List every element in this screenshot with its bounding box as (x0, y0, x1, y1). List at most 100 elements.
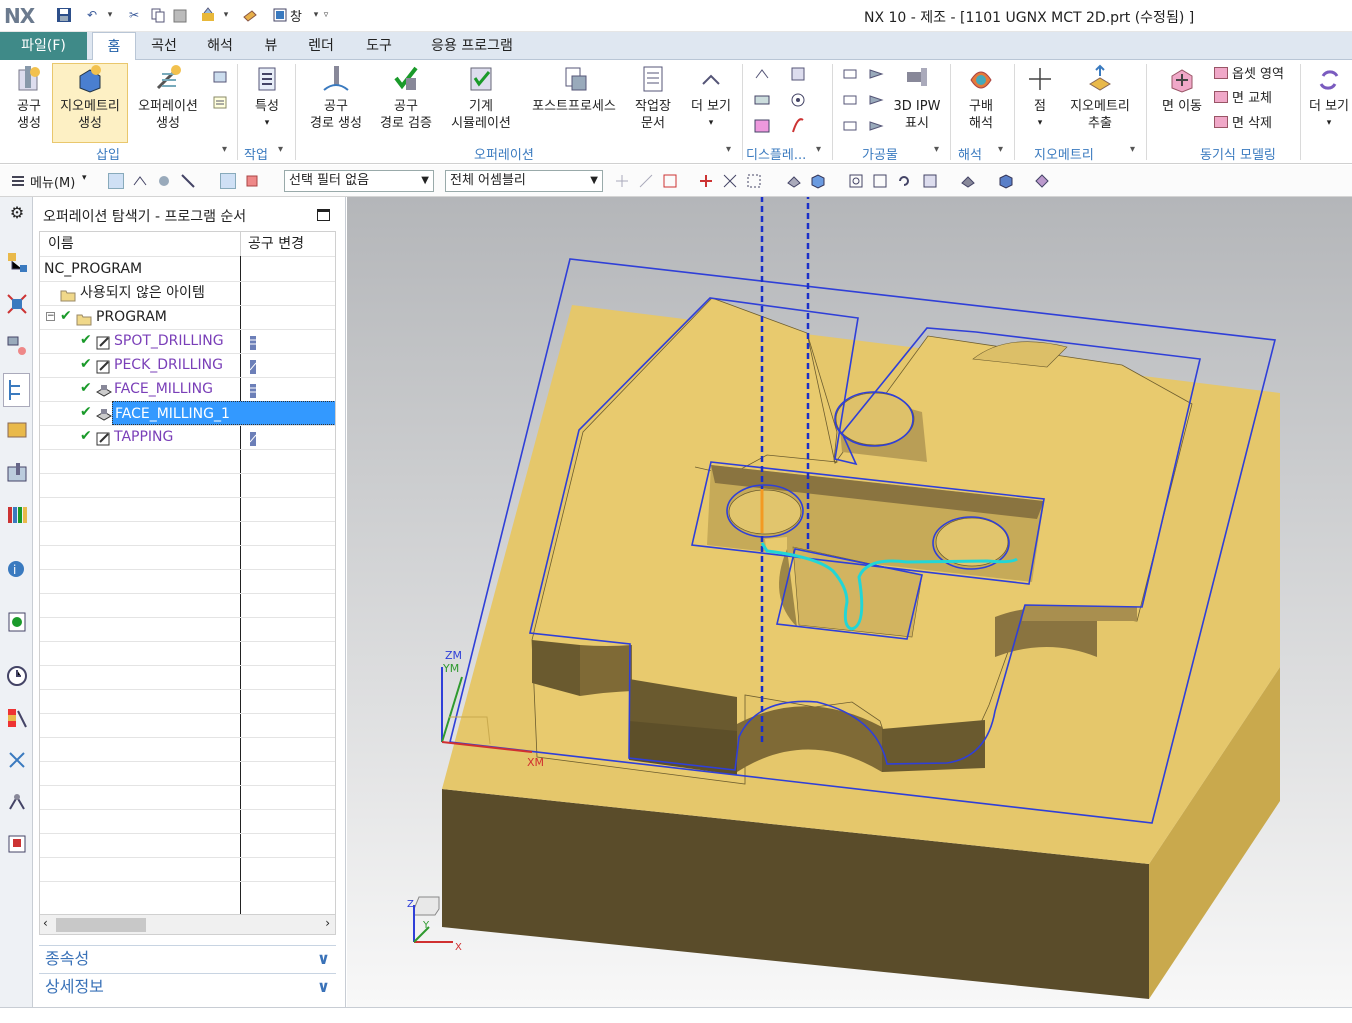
machine-tool-navigator-icon[interactable] (6, 419, 28, 441)
snap-intersect-icon[interactable] (722, 173, 738, 189)
visualization-icon[interactable] (6, 707, 28, 729)
reuse-library-icon[interactable] (6, 503, 28, 525)
create-geometry-button[interactable]: 지오메트리 생성 (52, 63, 128, 143)
snap-point-icon[interactable] (614, 173, 630, 189)
operation-more-button[interactable]: 더 보기 ▾ (684, 64, 738, 132)
shop-documentation-button[interactable]: 작업장 문서 (628, 64, 678, 132)
chevron-down-icon[interactable]: ∨ (317, 946, 330, 972)
clip-section-icon[interactable] (1034, 173, 1050, 189)
more-right-button[interactable]: 더 보기 ▾ (1306, 64, 1352, 132)
tree-row-unused-items[interactable]: 사용되지 않은 아이템 (40, 281, 335, 305)
tree-row-face-milling-1[interactable]: ✔ FACE_MILLING_1 (40, 401, 335, 425)
replace-face-button[interactable]: 면 교체 (1214, 90, 1272, 108)
role-icon[interactable] (6, 749, 28, 771)
generate-toolpath-button[interactable]: 공구 경로 생성 (304, 64, 368, 132)
tab-application[interactable]: 응용 프로그램 (416, 32, 528, 60)
group-analysis-expand-icon[interactable]: ▾ (998, 144, 1003, 155)
move-face-button[interactable]: 면 이동 (1154, 64, 1210, 115)
select-type-icon[interactable] (108, 173, 124, 189)
horizontal-scrollbar[interactable]: ‹ › (39, 915, 336, 935)
chevron-down-icon[interactable]: ∨ (317, 974, 330, 1000)
menu-button[interactable]: 메뉴(M) (30, 172, 75, 191)
select-body-icon[interactable] (156, 173, 172, 189)
selection-filter-combo[interactable]: 선택 필터 없음 ▼ (284, 170, 434, 192)
tab-analysis[interactable]: 해석 (198, 32, 242, 60)
repeat-command-icon[interactable] (200, 7, 216, 23)
tree-row-nc-program[interactable]: NC_PROGRAM (40, 257, 335, 281)
undo-dropdown-icon[interactable]: ▾ (102, 7, 118, 23)
snap-icon[interactable] (220, 173, 236, 189)
scroll-left-icon[interactable]: ‹ (43, 916, 48, 930)
tree-row-face-milling[interactable]: ✔ FACE_MILLING (40, 377, 335, 401)
tab-home[interactable]: 홈 (92, 32, 136, 61)
create-method-icon[interactable] (212, 68, 228, 84)
cut-icon[interactable]: ✂ (126, 7, 142, 23)
tree-row-spot-drilling[interactable]: ✔ SPOT_DRILLING (40, 329, 335, 353)
workpiece-icon-3[interactable] (842, 92, 858, 108)
collapse-icon[interactable]: − (46, 312, 55, 321)
customize-qat-icon[interactable]: ▿ (318, 7, 334, 23)
maximize-icon[interactable] (317, 209, 330, 221)
touch-mode-icon[interactable] (242, 7, 258, 23)
tree-row-tapping[interactable]: ✔ TAPPING (40, 425, 335, 449)
tab-file[interactable]: 파일(F) (0, 32, 87, 60)
workpiece-icon-5[interactable] (842, 118, 858, 134)
display-options-icon[interactable] (790, 66, 806, 82)
assembly-navigator-icon[interactable] (6, 251, 28, 273)
render-style-icon[interactable] (960, 173, 976, 189)
postprocess-button[interactable]: 포스트프로세스 (524, 64, 624, 115)
point-button[interactable]: 점 ▾ (1022, 64, 1058, 132)
menu-icon[interactable] (10, 173, 26, 189)
display-curve-icon[interactable] (790, 118, 806, 134)
graphics-window[interactable]: ZM YM XM Z Y X (347, 197, 1352, 1007)
tab-view[interactable]: 뷰 (254, 32, 288, 60)
delete-face-button[interactable]: 면 삭제 (1214, 115, 1272, 133)
create-tool-button[interactable]: 공구 생성 (8, 64, 50, 132)
show-3d-ipw-button[interactable]: 3D IPW 표시 (890, 64, 944, 132)
operation-navigator-icon[interactable] (3, 373, 30, 407)
group-workpiece-expand-icon[interactable]: ▾ (934, 144, 939, 155)
details-panel[interactable]: 상세정보 ∨ (39, 973, 336, 999)
snap-control-icon[interactable] (698, 173, 714, 189)
system-scene-icon[interactable] (6, 791, 28, 813)
extract-geometry-button[interactable]: 지오메트리 추출 (1062, 64, 1138, 132)
scrollbar-thumb[interactable] (56, 918, 146, 932)
settings-gear-icon[interactable]: ⚙ (6, 203, 28, 225)
paste-icon[interactable] (172, 7, 188, 23)
save-icon[interactable] (56, 7, 72, 23)
create-program-icon[interactable] (212, 94, 228, 110)
column-header-tool-change[interactable]: 공구 변경 (248, 232, 304, 256)
tree-row-peck-drilling[interactable]: ✔ PECK_DRILLING (40, 353, 335, 377)
workpiece-icon-4[interactable] (868, 92, 884, 108)
orient-view-icon[interactable] (922, 173, 938, 189)
workpiece-icon-2[interactable] (868, 66, 884, 82)
group-display-expand-icon[interactable]: ▾ (816, 144, 821, 155)
constraint-navigator-icon[interactable] (6, 293, 28, 315)
copy-icon[interactable] (150, 7, 166, 23)
web-browser-icon[interactable]: i (6, 557, 28, 579)
display-point-icon[interactable] (790, 92, 806, 108)
dependencies-panel[interactable]: 종속성 ∨ (39, 945, 336, 971)
menu-dropdown-icon[interactable]: ▾ (82, 173, 87, 183)
undo-icon[interactable]: ↶ (84, 7, 100, 23)
tab-tools[interactable]: 도구 (356, 32, 402, 60)
select-edge-icon[interactable] (180, 173, 196, 189)
print-icon[interactable] (6, 833, 28, 855)
history-icon[interactable] (6, 611, 28, 633)
fit-view-icon[interactable] (848, 173, 864, 189)
shaded-icon[interactable] (786, 173, 802, 189)
slope-analysis-button[interactable]: 구배 해석 (958, 64, 1004, 132)
verify-toolpath-button[interactable]: 공구 경로 검증 (374, 64, 438, 132)
select-feature-icon[interactable] (132, 173, 148, 189)
workpiece-icon-6[interactable] (868, 118, 884, 134)
group-geometry-expand-icon[interactable]: ▾ (1130, 144, 1135, 155)
group-operation-expand-icon[interactable]: ▾ (726, 144, 731, 155)
repeat-dropdown-icon[interactable]: ▾ (218, 7, 234, 23)
tab-render[interactable]: 렌더 (298, 32, 344, 60)
tab-curve[interactable]: 곡선 (142, 32, 186, 60)
machine-simulation-button[interactable]: 기계 시뮬레이션 (444, 64, 518, 132)
assembly-scope-combo[interactable]: 전체 어셈블리 ▼ (445, 170, 603, 192)
snap-mid-icon[interactable] (662, 173, 678, 189)
rectangle-select-icon[interactable] (746, 173, 762, 189)
view-cube-icon[interactable] (998, 173, 1014, 189)
